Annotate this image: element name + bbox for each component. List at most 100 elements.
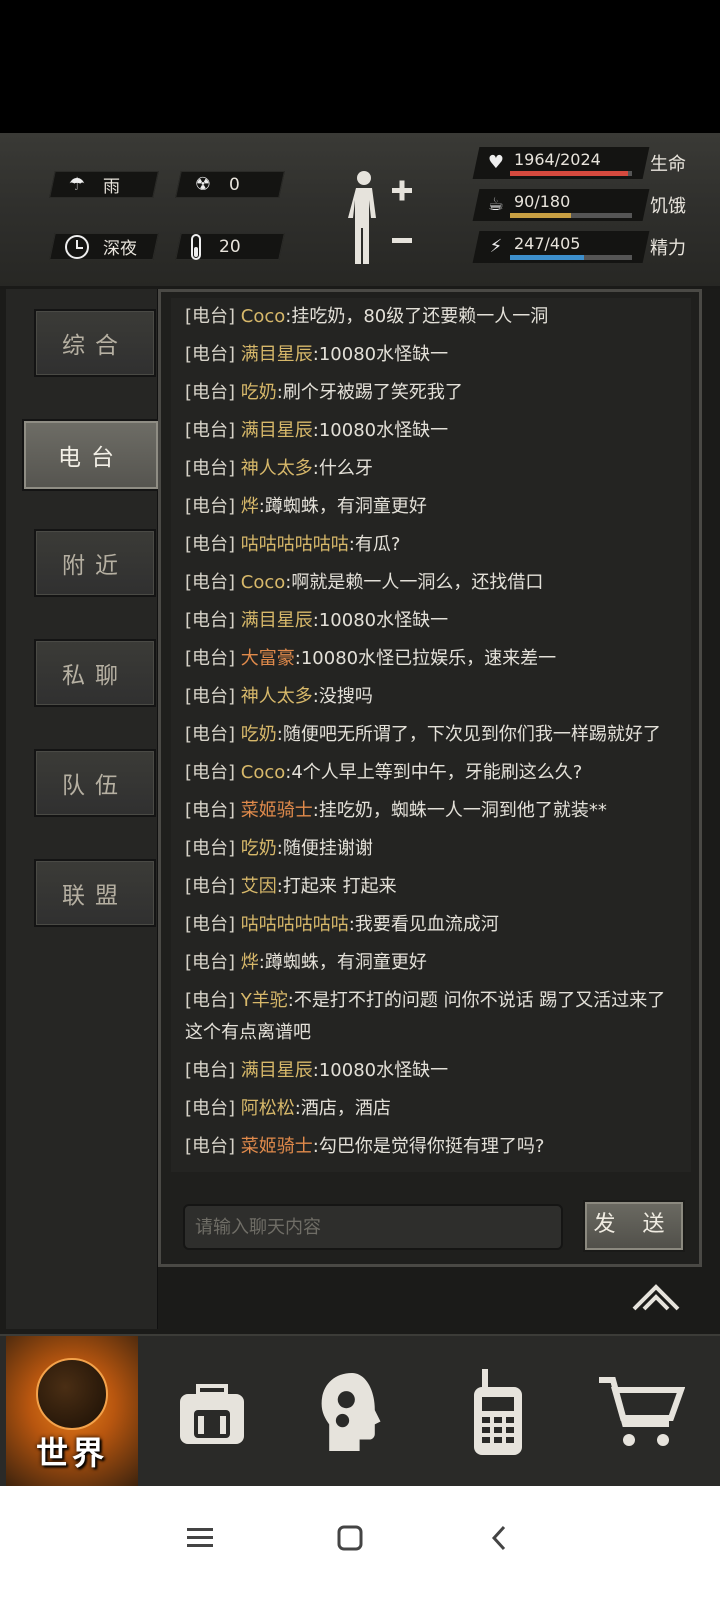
chat-sender-name[interactable]: 吃奶	[241, 838, 277, 859]
hunger-fill	[510, 213, 571, 218]
chat-message: [电台] 咕咕咕咕咕咕:有瓜?	[171, 526, 691, 564]
backpack-icon	[180, 1384, 244, 1444]
chat-sender-name[interactable]: Y羊驼	[241, 990, 288, 1011]
health-bar: ♥ 1964/2024 生命	[472, 147, 696, 179]
chat-channel-tag: [电台]	[185, 344, 236, 365]
chat-channel-tag: [电台]	[185, 1136, 236, 1157]
chat-sender-name[interactable]: 神人太多	[241, 686, 313, 707]
chat-channel-tag: [电台]	[185, 686, 236, 707]
chat-message: [电台] Coco:4个人早上等到中午，牙能刷这么久?	[171, 754, 691, 792]
nav-radio[interactable]	[428, 1336, 568, 1488]
chat-sender-name[interactable]: 烨	[241, 952, 259, 973]
heart-icon: ♥	[487, 152, 505, 173]
status-bar-area	[0, 0, 720, 133]
time-of-day-label: 深夜	[103, 239, 137, 259]
chat-message-text: :随便挂谢谢	[276, 838, 373, 859]
chat-message: [电台] 阿松松:酒店，酒店	[171, 1090, 691, 1128]
chat-message: [电台] 菜姬骑士:勾巴你是觉得你挺有理了吗?	[171, 1128, 691, 1166]
energy-value: 247/405	[514, 234, 581, 253]
chat-sender-name[interactable]: 菜姬骑士	[241, 1136, 313, 1157]
body-status-button[interactable]	[346, 166, 416, 266]
nav-world-label: 世界	[35, 1434, 108, 1472]
weather-label: 雨	[103, 177, 120, 197]
tab-alliance[interactable]: 联盟	[34, 859, 156, 927]
energy-icon: ⚡	[489, 236, 503, 257]
nav-skills[interactable]	[282, 1336, 422, 1488]
chat-message-text: :挂吃奶，80级了还要赖一人一洞	[285, 306, 549, 327]
chat-sender-name[interactable]: 大富豪	[241, 648, 295, 669]
tab-nearby[interactable]: 附近	[34, 529, 156, 597]
chat-sender-name[interactable]: 吃奶	[241, 382, 277, 403]
chat-sender-name[interactable]: 咕咕咕咕咕咕	[241, 914, 349, 935]
chat-screen: 综合 电台 附近 私聊 队伍 联盟 [电台] Coco:挂吃奶，80级了还要赖一…	[0, 289, 720, 1334]
tab-radio[interactable]: 电台	[22, 419, 160, 491]
health-value: 1964/2024	[514, 150, 601, 169]
chat-message-text: :啊就是赖一人一洞么，还找借口	[285, 572, 544, 593]
chat-sender-name[interactable]: 满目星辰	[241, 420, 313, 441]
tab-private[interactable]: 私聊	[34, 639, 156, 707]
chat-sender-name[interactable]: 阿松松	[241, 1098, 295, 1119]
chat-message-text: :刷个牙被踢了笑死我了	[276, 382, 463, 403]
energy-bar: ⚡ 247/405 精力	[472, 231, 696, 263]
chat-sender-name[interactable]: 菜姬骑士	[241, 800, 313, 821]
chat-input[interactable]	[183, 1204, 563, 1250]
chat-message: [电台] 满目星辰:10080水怪缺一	[171, 412, 691, 450]
chat-message-text: :没搜吗	[312, 686, 373, 707]
chat-message: [电台] 艾因:打起来 打起来	[171, 868, 691, 906]
chat-message-text: :我要看见血流成河	[348, 914, 499, 935]
chat-message: [电台] 菜姬骑士:挂吃奶，蜘蛛一人一洞到他了就装**	[171, 792, 691, 830]
nav-world[interactable]: 世界	[6, 1336, 138, 1488]
chat-channel-tag: [电台]	[185, 382, 236, 403]
chat-sender-name[interactable]: Coco	[241, 306, 286, 327]
chat-message-text: :10080水怪缺一	[312, 344, 449, 365]
chat-channel-tag: [电台]	[185, 838, 236, 859]
chat-sender-name[interactable]: 满目星辰	[241, 1060, 313, 1081]
nav-shop[interactable]	[570, 1336, 710, 1488]
head-gears-icon	[321, 1373, 381, 1451]
chat-message-text: :挂吃奶，蜘蛛一人一洞到他了就装**	[312, 800, 607, 821]
chat-message: [电台] 满目星辰:10080水怪缺一	[171, 602, 691, 640]
chat-sender-name[interactable]: 满目星辰	[241, 610, 313, 631]
chat-channel-tag: [电台]	[185, 952, 236, 973]
chat-message: [电台] 神人太多:没搜吗	[171, 678, 691, 716]
walkie-talkie-icon	[474, 1369, 522, 1455]
chat-sender-name[interactable]: 咕咕咕咕咕咕	[241, 534, 349, 555]
chat-sender-name[interactable]: 满目星辰	[241, 344, 313, 365]
chat-sender-name[interactable]: Coco	[241, 762, 286, 783]
chat-channel-tag: [电台]	[185, 914, 236, 935]
radiation-icon: ☢	[194, 174, 212, 195]
weather-pill: ☂ 雨	[49, 171, 159, 198]
back-icon[interactable]	[470, 1508, 530, 1568]
chat-message-list[interactable]: [电台] Coco:挂吃奶，80级了还要赖一人一洞 [电台] 满目星辰:10080…	[171, 298, 691, 1172]
menu-icon[interactable]	[170, 1508, 230, 1568]
chat-message-text: :打起来 打起来	[276, 876, 397, 897]
chat-channel-tag: [电台]	[185, 990, 236, 1011]
chat-sender-name[interactable]: 神人太多	[241, 458, 313, 479]
stomach-icon: ☕	[487, 194, 505, 215]
chat-message: [电台] 神人太多:什么牙	[171, 450, 691, 488]
chat-message-text: :勾巴你是觉得你挺有理了吗?	[312, 1136, 545, 1157]
chat-channel-tag: [电台]	[185, 458, 236, 479]
chat-channel-tag: [电台]	[185, 306, 236, 327]
tab-team[interactable]: 队伍	[34, 749, 156, 817]
chat-channel-tag: [电台]	[185, 762, 236, 783]
chat-channel-tag: [电台]	[185, 572, 236, 593]
chat-message: [电台] 满目星辰:10080水怪缺一	[171, 1052, 691, 1090]
send-button[interactable]: 发 送	[583, 1200, 685, 1252]
clock-icon	[65, 234, 89, 259]
collapse-up-icon[interactable]	[632, 1281, 680, 1313]
time-pill: 深夜	[49, 233, 159, 260]
nav-backpack[interactable]	[142, 1336, 282, 1488]
chat-message: [电台] 烨:蹲蜘蛛，有洞童更好	[171, 488, 691, 526]
tab-general[interactable]: 综合	[34, 309, 156, 377]
chat-message: [电台] 吃奶:随便挂谢谢	[171, 830, 691, 868]
home-icon[interactable]	[320, 1508, 380, 1568]
chat-channel-tag: [电台]	[185, 420, 236, 441]
chat-sender-name[interactable]: Coco	[241, 572, 286, 593]
rain-cloud-icon: ☂	[68, 174, 86, 195]
body-figure-icon	[348, 171, 412, 264]
chat-sender-name[interactable]: 艾因	[241, 876, 277, 897]
chat-sender-name[interactable]: 烨	[241, 496, 259, 517]
chat-sender-name[interactable]: 吃奶	[241, 724, 277, 745]
chat-message: [电台] Coco:挂吃奶，80级了还要赖一人一洞	[171, 298, 691, 336]
